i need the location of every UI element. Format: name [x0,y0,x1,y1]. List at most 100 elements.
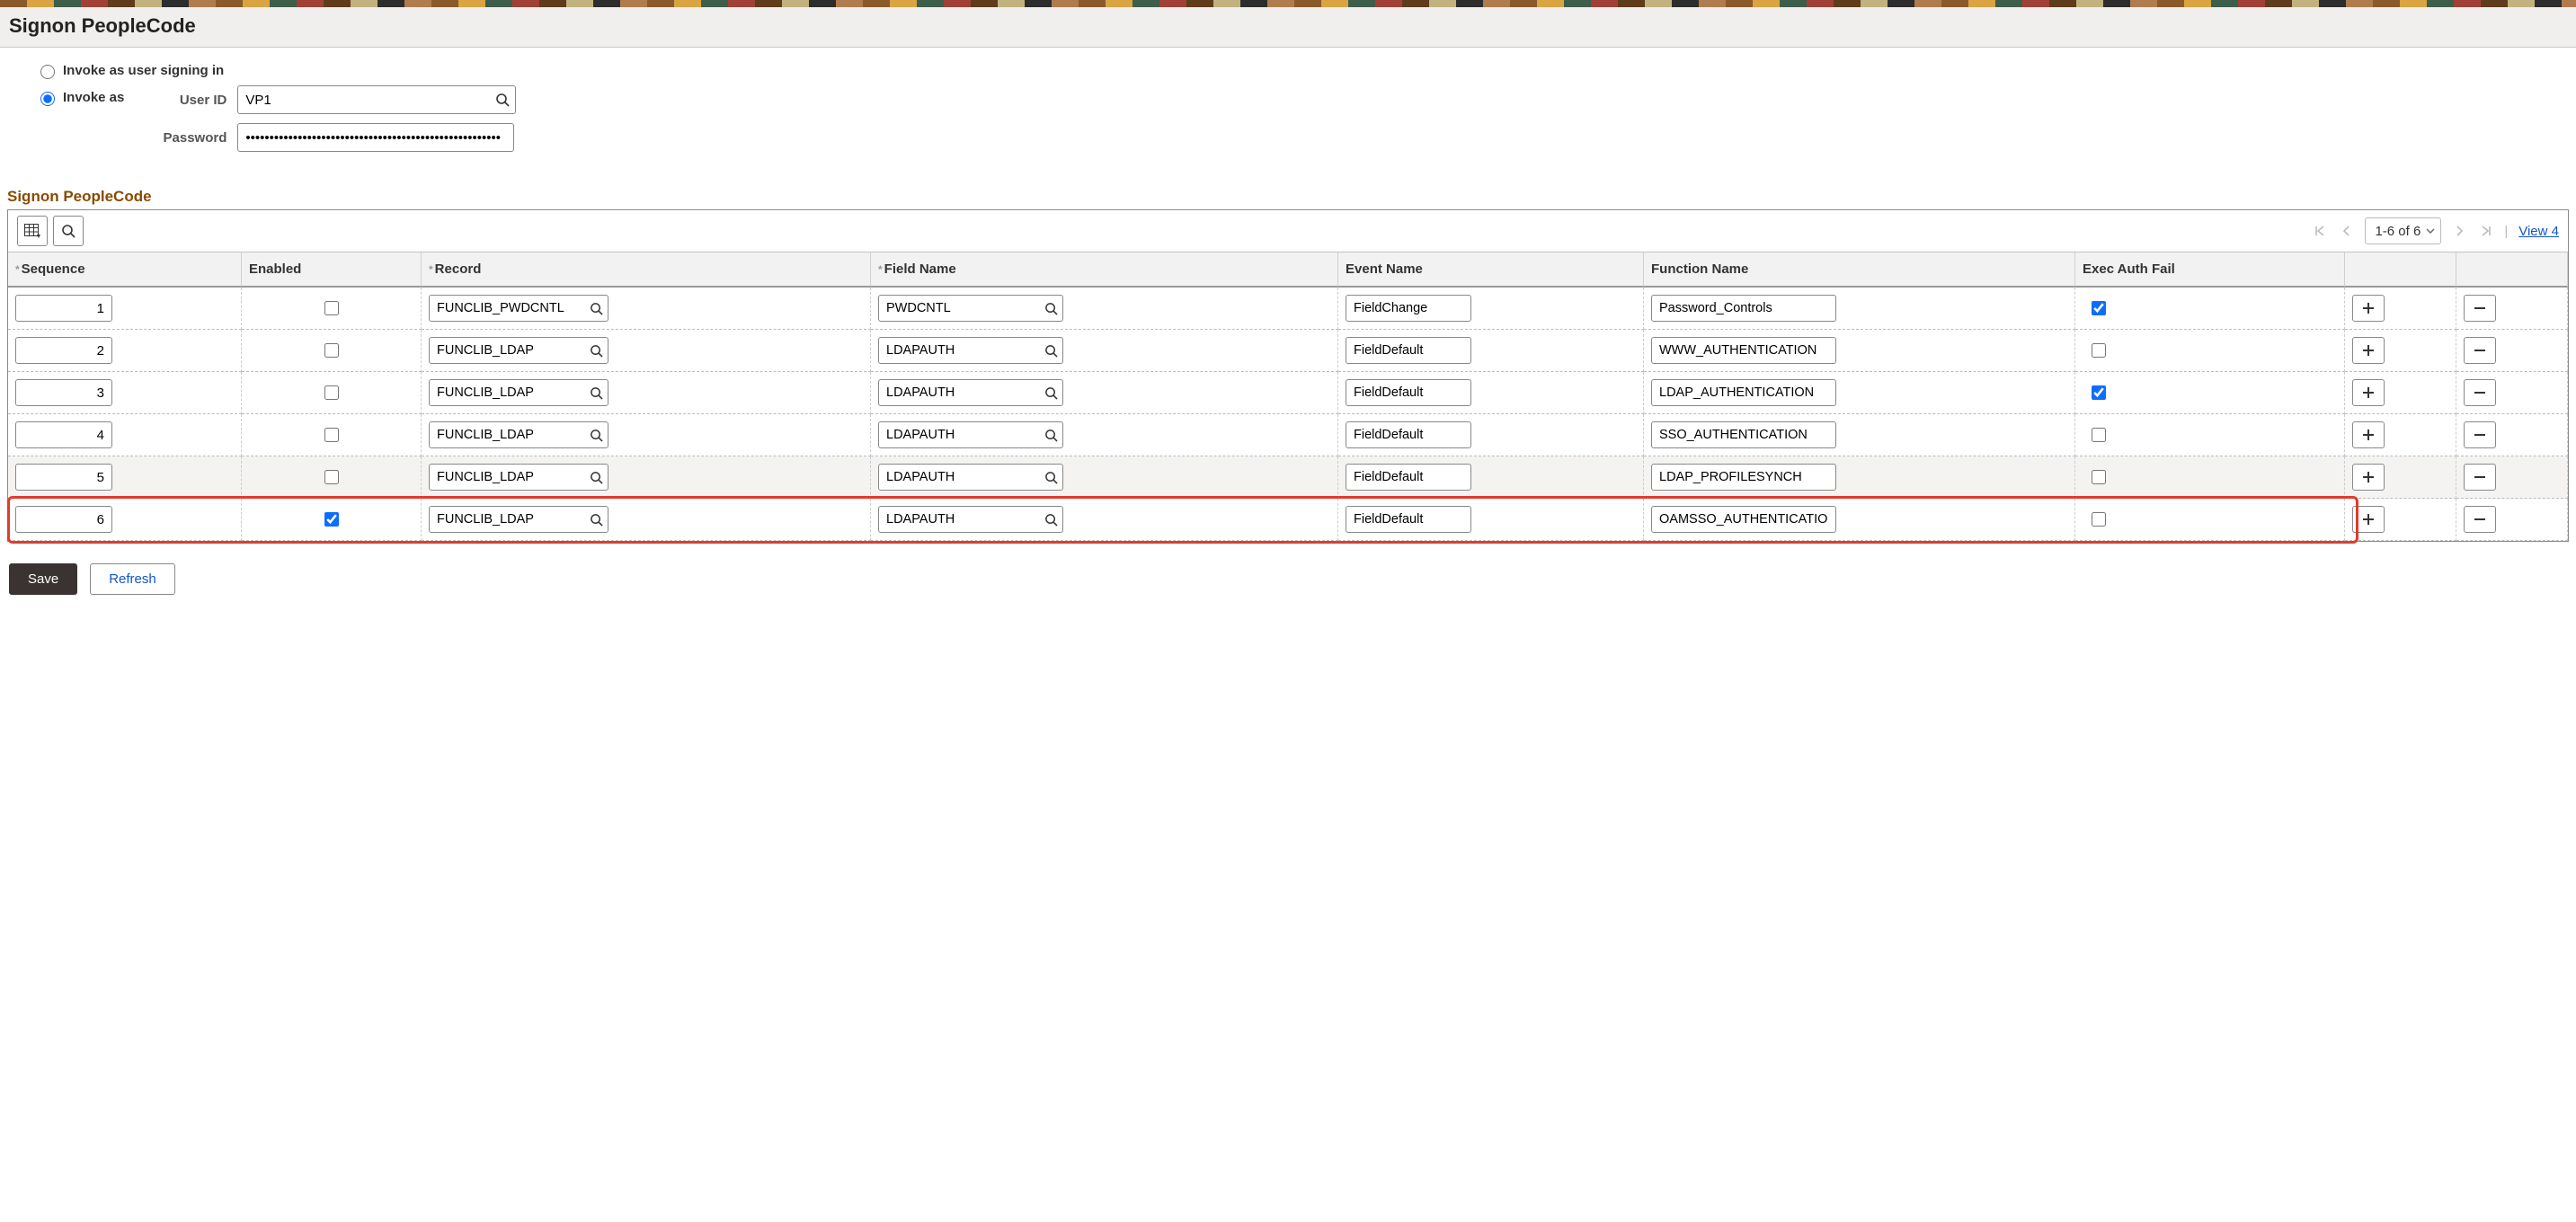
invoke-as-signing-in-radio[interactable] [40,65,55,79]
grid-find-button[interactable] [53,216,84,246]
search-icon[interactable] [584,380,608,405]
delete-row-button[interactable] [2464,337,2496,364]
field-input[interactable] [879,384,1039,402]
exec-auth-fail-checkbox[interactable] [2092,470,2106,484]
search-icon[interactable] [1039,296,1062,321]
function-input[interactable] [1651,464,1836,491]
sequence-input[interactable] [15,337,112,364]
field-input[interactable] [879,299,1039,317]
search-icon[interactable] [1039,380,1062,405]
sequence-input[interactable] [15,506,112,533]
delete-row-button[interactable] [2464,421,2496,448]
search-icon[interactable] [584,422,608,447]
next-page-icon[interactable] [2447,225,2472,237]
enabled-checkbox[interactable] [324,385,339,400]
delete-row-button[interactable] [2464,379,2496,406]
search-icon[interactable] [584,338,608,363]
enabled-checkbox[interactable] [324,301,339,315]
function-input[interactable] [1651,379,1836,406]
delete-row-button[interactable] [2464,506,2496,533]
record-lookup[interactable] [429,337,608,364]
exec-auth-fail-checkbox[interactable] [2092,343,2106,358]
add-row-button[interactable] [2352,379,2385,406]
add-row-button[interactable] [2352,295,2385,322]
prev-page-icon[interactable] [2334,225,2359,237]
function-input[interactable] [1651,506,1836,533]
grid-container: 1-6 of 6 | View 4 *Sequence Enabled *Rec… [7,209,2569,542]
sequence-input[interactable] [15,379,112,406]
search-icon[interactable] [584,296,608,321]
add-row-button[interactable] [2352,506,2385,533]
record-input[interactable] [430,426,584,444]
field-lookup[interactable] [878,337,1063,364]
function-input[interactable] [1651,421,1836,448]
field-input[interactable] [879,341,1039,359]
invoke-as-option[interactable]: Invoke as [36,89,137,106]
add-row-button[interactable] [2352,421,2385,448]
first-page-icon[interactable] [2307,225,2334,237]
field-lookup[interactable] [878,379,1063,406]
enabled-checkbox[interactable] [324,512,339,527]
field-lookup[interactable] [878,421,1063,448]
field-lookup[interactable] [878,464,1063,491]
exec-auth-fail-checkbox[interactable] [2092,428,2106,442]
footer-actions: Save Refresh [0,542,2576,604]
delete-row-button[interactable] [2464,464,2496,491]
invoke-options: Invoke as user signing in Invoke as User… [0,51,2576,152]
sequence-input[interactable] [15,295,112,322]
save-button[interactable]: Save [9,563,77,595]
search-icon[interactable] [1039,338,1062,363]
record-lookup[interactable] [429,379,608,406]
search-icon[interactable] [1039,507,1062,532]
invoke-as-signing-in-option[interactable]: Invoke as user signing in [36,62,236,79]
record-input[interactable] [430,384,584,402]
event-input[interactable] [1346,379,1471,406]
sequence-input[interactable] [15,421,112,448]
field-lookup[interactable] [878,506,1063,533]
event-input[interactable] [1346,464,1471,491]
grid-settings-button[interactable] [17,216,48,246]
userid-input[interactable] [238,86,490,113]
event-input[interactable] [1346,337,1471,364]
record-input[interactable] [430,468,584,486]
field-input[interactable] [879,468,1039,486]
record-lookup[interactable] [429,464,608,491]
record-lookup[interactable] [429,295,608,322]
event-input[interactable] [1346,421,1471,448]
sequence-input[interactable] [15,464,112,491]
add-row-button[interactable] [2352,337,2385,364]
exec-auth-fail-checkbox[interactable] [2092,512,2106,527]
search-icon[interactable] [1039,465,1062,490]
delete-row-button[interactable] [2464,295,2496,322]
invoke-as-signing-in-label: Invoke as user signing in [63,63,236,78]
event-input[interactable] [1346,506,1471,533]
record-lookup[interactable] [429,506,608,533]
password-input[interactable] [237,123,514,152]
enabled-checkbox[interactable] [324,470,339,484]
search-icon[interactable] [490,86,515,113]
record-lookup[interactable] [429,421,608,448]
exec-auth-fail-checkbox[interactable] [2092,385,2106,400]
function-input[interactable] [1651,295,1836,322]
enabled-checkbox[interactable] [324,343,339,358]
invoke-as-radio[interactable] [40,92,55,106]
view-all-link[interactable]: View 4 [2513,224,2559,239]
field-input[interactable] [879,510,1039,528]
search-icon[interactable] [1039,422,1062,447]
last-page-icon[interactable] [2472,225,2499,237]
add-row-button[interactable] [2352,464,2385,491]
event-input[interactable] [1346,295,1471,322]
record-input[interactable] [430,299,584,317]
exec-auth-fail-checkbox[interactable] [2092,301,2106,315]
search-icon[interactable] [584,507,608,532]
field-lookup[interactable] [878,295,1063,322]
function-input[interactable] [1651,337,1836,364]
refresh-button[interactable]: Refresh [90,563,175,595]
record-input[interactable] [430,341,584,359]
record-input[interactable] [430,510,584,528]
field-input[interactable] [879,426,1039,444]
row-range-select[interactable]: 1-6 of 6 [2365,217,2441,244]
userid-lookup[interactable] [237,85,516,114]
enabled-checkbox[interactable] [324,428,339,442]
search-icon[interactable] [584,465,608,490]
